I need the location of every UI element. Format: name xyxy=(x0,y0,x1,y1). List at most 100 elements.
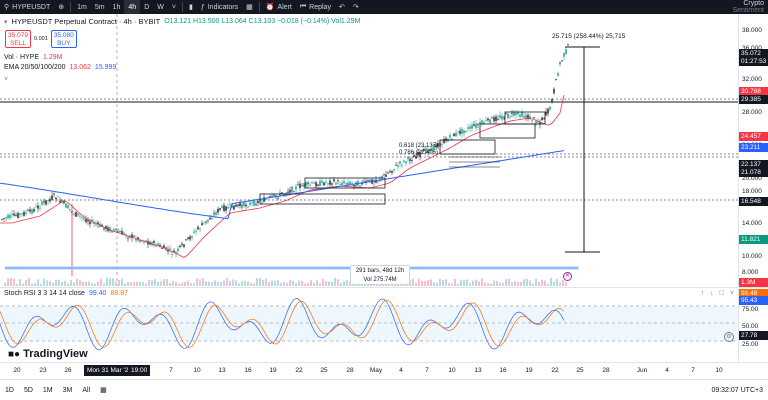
price-chart-pane[interactable]: ▾ HYPEUSDT Perpetual Contract · 4h · BYB… xyxy=(0,14,738,286)
candle-body xyxy=(195,230,197,232)
time-tick-label: 7 xyxy=(691,367,695,374)
stoch-rsi-canvas[interactable] xyxy=(0,288,738,363)
range-1d[interactable]: 1D xyxy=(0,387,19,394)
candle-body xyxy=(289,189,291,193)
candle-body xyxy=(271,195,273,197)
ema-legend[interactable]: EMA 20/50/100/200 13.062 15.999 xyxy=(4,64,116,71)
volume-value: 1.29M xyxy=(43,54,63,61)
arrow-up-icon[interactable]: ↑ xyxy=(701,290,705,297)
volume-bar xyxy=(451,283,453,286)
price-chart-canvas[interactable] xyxy=(0,14,738,286)
collapse-icon[interactable]: ▾ xyxy=(4,18,8,26)
timeframe-w[interactable]: W xyxy=(153,0,168,14)
maximize-icon[interactable]: □ xyxy=(720,290,724,297)
volume-bar xyxy=(541,279,543,286)
collapse-pane-icon[interactable]: ˅ xyxy=(730,290,734,297)
candle-body xyxy=(243,202,245,207)
candle-body xyxy=(295,186,297,190)
time-tick-label: May xyxy=(369,367,383,374)
range-5d[interactable]: 5D xyxy=(19,387,38,394)
indicators-button[interactable]: ƒ Indicators xyxy=(197,0,242,14)
candle-body xyxy=(491,117,493,119)
volume-bar xyxy=(418,278,420,286)
candle-body xyxy=(79,215,81,217)
timeframe-d[interactable]: D xyxy=(140,0,153,14)
volume-bar xyxy=(220,281,222,286)
time-tick-label: 19 xyxy=(269,367,277,374)
range-3m[interactable]: 3M xyxy=(58,387,78,394)
candle-body xyxy=(49,198,51,202)
candle-body xyxy=(467,127,469,129)
time-axis[interactable]: 20 23 26 Mon 31 Mar '25 19:00 7 10 13 16 19 22 25 28… xyxy=(0,362,768,379)
volume-bar xyxy=(94,283,96,286)
candle-body xyxy=(331,183,333,185)
brand-line1: Crypto xyxy=(743,0,764,7)
stoch-rsi-legend[interactable]: Stoch RSI 3 3 14 14 close 99.40 88.87 xyxy=(4,290,128,297)
replay-button[interactable]: ⏮ Replay xyxy=(296,0,335,14)
legend-toggle-icon[interactable]: ˅ xyxy=(4,76,8,83)
symbol-search[interactable]: ⚲ HYPEUSDT xyxy=(0,0,54,14)
undo-icon[interactable]: ↶ xyxy=(335,0,349,14)
volume-bar xyxy=(79,280,81,286)
candle-body xyxy=(219,208,221,210)
candle-body xyxy=(177,248,179,252)
alert-marker-icon[interactable]: ✕ xyxy=(563,272,572,281)
volume-bar xyxy=(469,283,471,286)
chevron-down-icon[interactable]: ˅ xyxy=(168,0,180,14)
calendar-icon[interactable]: ▦ xyxy=(95,386,112,394)
timeframe-5m[interactable]: 5m xyxy=(91,0,109,14)
volume-bar xyxy=(190,283,192,286)
time-tick-label: 16 xyxy=(499,367,507,374)
brand-line2: Sentiment xyxy=(732,7,764,14)
volume-bar xyxy=(211,282,213,286)
tradingview-logo-icon: ■● xyxy=(8,348,21,360)
symbol-title[interactable]: HYPEUSDT Perpetual Contract · 4h · BYBIT xyxy=(12,17,161,26)
candle-body xyxy=(307,182,309,184)
volume-legend[interactable]: Vol · HYPE 1.29M xyxy=(4,54,62,61)
candle-body xyxy=(153,240,155,243)
buy-button[interactable]: 35.080 BUY xyxy=(50,30,77,48)
candle-body xyxy=(67,205,69,209)
volume-bar xyxy=(7,278,9,286)
templates-icon[interactable]: ▦ xyxy=(242,0,257,14)
candle-body xyxy=(221,206,223,208)
candle-body xyxy=(233,205,235,210)
timeframe-1h[interactable]: 1h xyxy=(109,0,125,14)
redo-icon[interactable]: ↷ xyxy=(349,0,363,14)
volume-bar xyxy=(52,282,54,286)
candle-body xyxy=(453,133,455,137)
candle-body xyxy=(521,111,523,117)
range-1m[interactable]: 1M xyxy=(38,387,58,394)
time-tick-label: 7 xyxy=(425,367,429,374)
candle-body xyxy=(143,241,145,243)
candle-body xyxy=(81,216,83,218)
alert-button[interactable]: ⏰ Alert xyxy=(262,0,296,14)
volume-bar xyxy=(427,280,429,286)
timeframe-1m[interactable]: 1m xyxy=(73,0,91,14)
price-axis[interactable]: 38.00036.00032.00028.00024.00020.00018.0… xyxy=(738,14,768,287)
clock-label[interactable]: 09:32:07 UTC+3 xyxy=(706,387,768,394)
volume-bar xyxy=(235,280,237,286)
add-symbol-icon[interactable]: ⊕ xyxy=(54,0,68,14)
volume-bar xyxy=(337,279,339,286)
sell-price: 35.079 xyxy=(8,32,28,39)
candle-body xyxy=(333,179,335,182)
timeframe-4h[interactable]: 4h xyxy=(124,0,141,14)
volume-bar xyxy=(178,283,180,286)
volume-bar xyxy=(67,283,69,286)
arrow-down-icon[interactable]: ↓ xyxy=(710,290,714,297)
stoch-rsi-pane[interactable]: Stoch RSI 3 3 14 14 close 99.40 88.87 ↑ … xyxy=(0,287,738,362)
candle-body xyxy=(475,123,477,129)
candle-body xyxy=(245,204,247,207)
settings-gear-icon[interactable]: ⚙ xyxy=(724,332,734,342)
time-tick-label: 19 xyxy=(525,367,533,374)
volume-bar xyxy=(424,280,426,286)
volume-bar xyxy=(430,279,432,286)
candle-type-icon[interactable]: ▮ xyxy=(185,0,197,14)
range-all[interactable]: All xyxy=(77,387,95,394)
stoch-rsi-axis[interactable]: 75.00 50.00 25.00 98.48 95.43 27.78 xyxy=(738,287,768,362)
volume-bar xyxy=(556,278,558,286)
candle-body xyxy=(249,202,251,206)
candle-body xyxy=(1,218,3,220)
sell-button[interactable]: 35.079 SELL xyxy=(5,30,31,48)
